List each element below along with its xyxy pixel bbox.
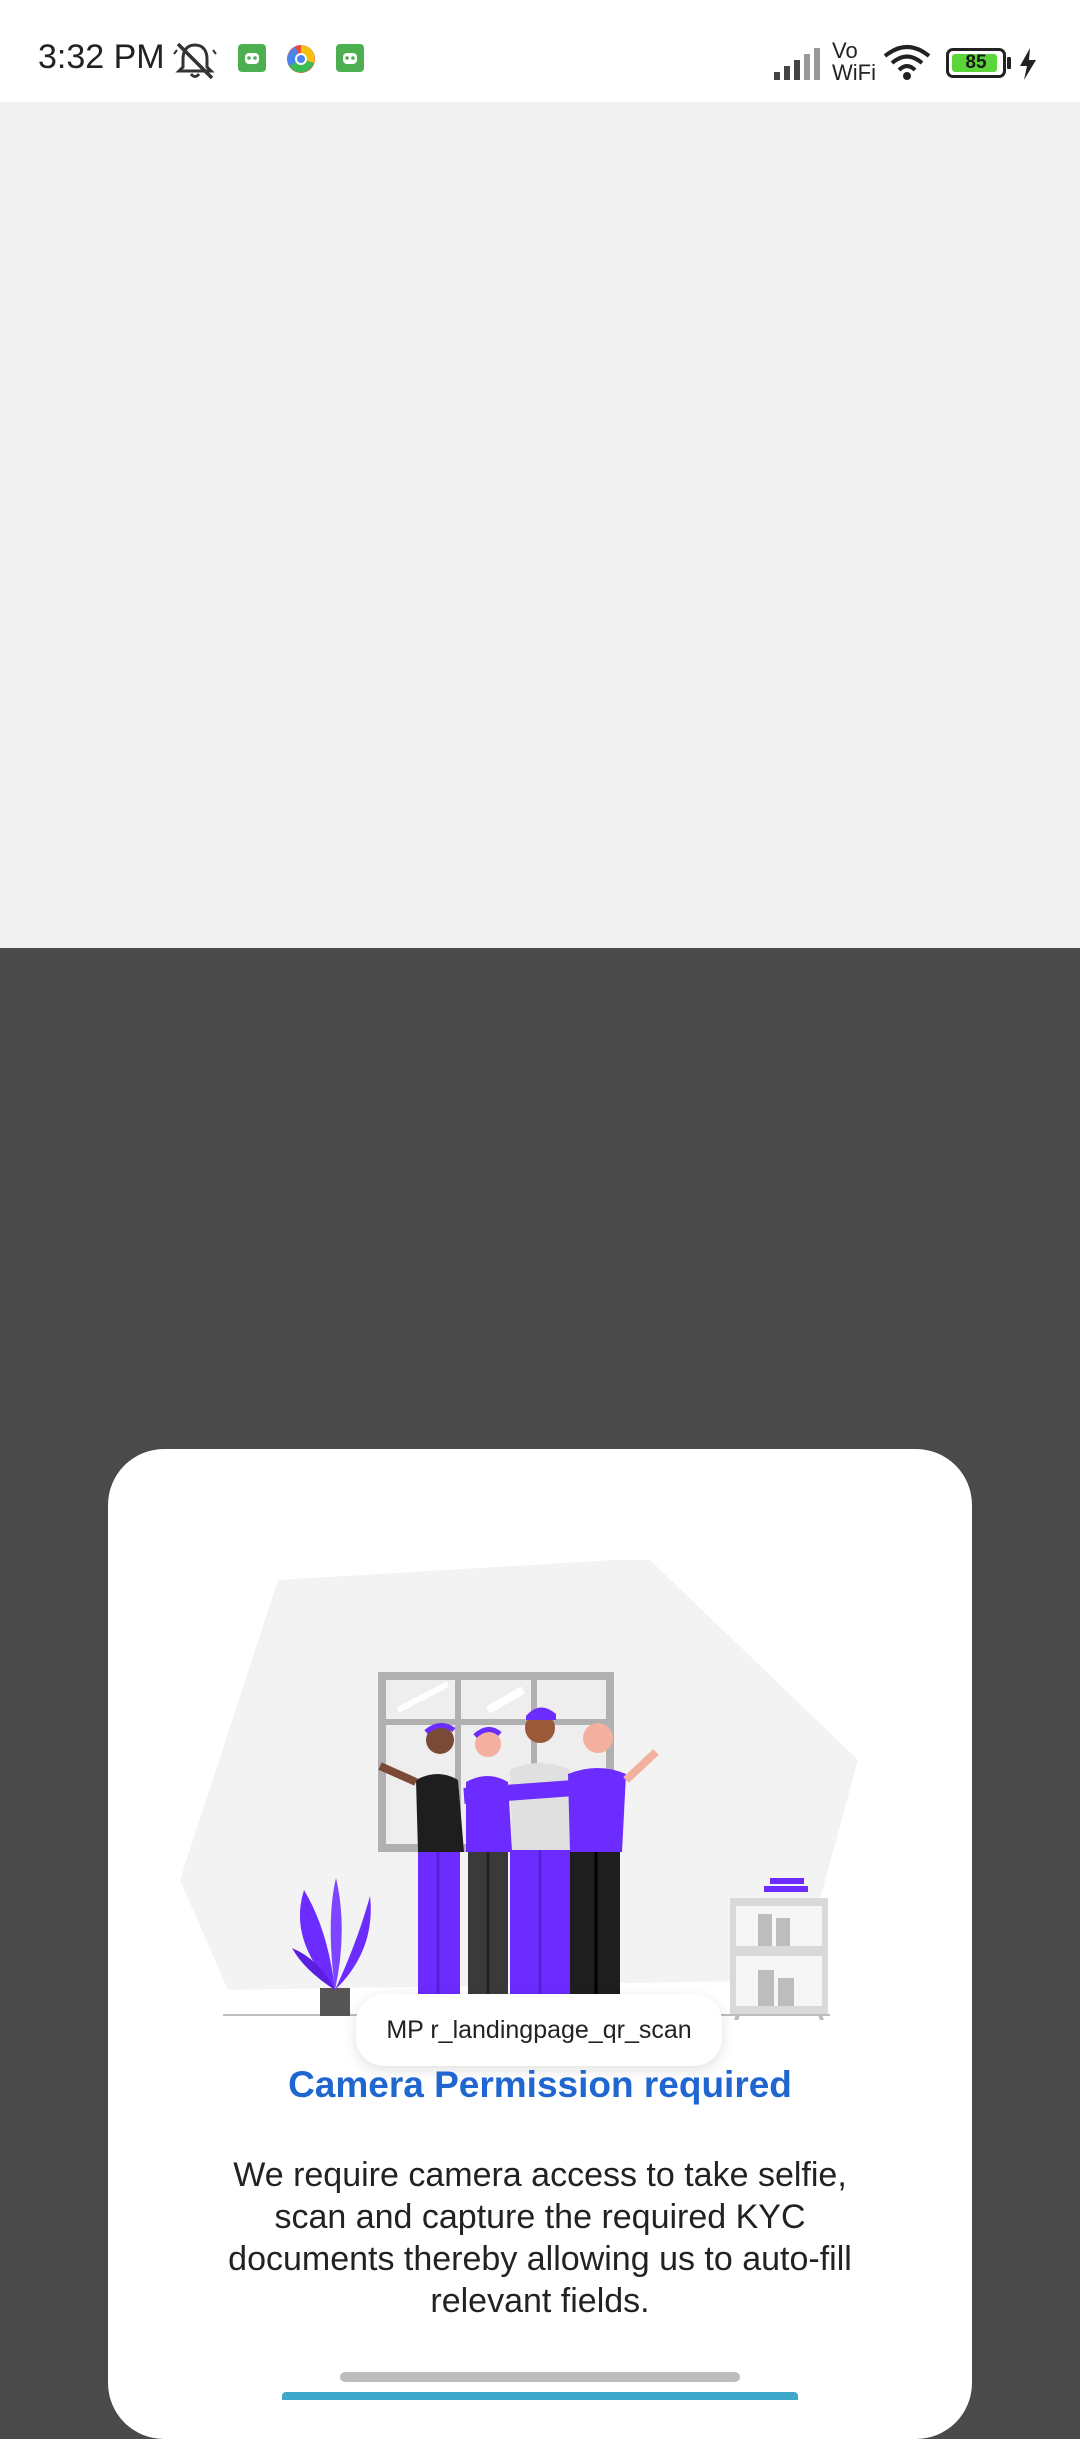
person-4 [568,1768,626,1852]
plant-pot [320,1988,350,2016]
dialog-description: We require camera access to take selfie,… [228,2156,852,2320]
status-time: 3:32 PM [38,38,165,76]
debug-toast: MP r_landingpage_qr_scan [356,1994,722,2066]
chrome-notification-icon [287,45,315,73]
team-illustration [180,1560,858,2020]
muted-bell-icon [173,42,217,80]
person-1 [416,1774,464,1852]
battery-icon: 85 [946,48,1006,78]
app-background [0,102,1080,948]
vowifi-label: Vo WiFi [832,40,876,84]
home-indicator[interactable] [340,2372,740,2382]
allow-permission-button[interactable] [282,2392,798,2400]
app-notification-icon [238,44,266,72]
vowifi-line-1: Vo [832,38,858,63]
battery-level-text: 85 [965,52,987,73]
app-notification-icon-2 [336,44,364,72]
person-3 [510,1763,574,1850]
vowifi-line-2: WiFi [832,60,876,85]
signal-icon [774,48,820,80]
status-bar: 3:32 PM Vo WiFi 85 [0,0,1080,102]
battery-cap [1007,57,1011,69]
wifi-icon [883,45,931,80]
dialog-title: Camera Permission required [288,2064,792,2105]
charging-icon [1020,48,1036,80]
